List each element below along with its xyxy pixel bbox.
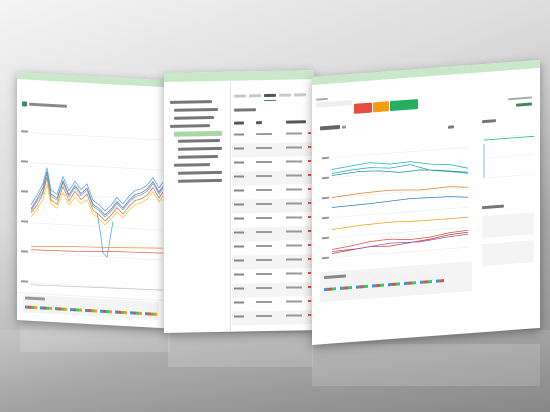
- tree-node[interactable]: [174, 116, 214, 120]
- tree-node[interactable]: [178, 146, 222, 151]
- right-nav-bar: [312, 59, 540, 85]
- middle-screen: [164, 70, 314, 334]
- tree-node[interactable]: [174, 163, 210, 167]
- left-chart-y-ticks: [21, 130, 28, 283]
- right-screen: [312, 59, 540, 345]
- delete-button[interactable]: [354, 102, 372, 114]
- chart-edit-icon[interactable]: [342, 125, 346, 129]
- left-file-label: [29, 102, 67, 108]
- middle-tabs: [234, 92, 314, 100]
- right-chart-grid: [332, 146, 468, 258]
- side-gauge-title: [482, 204, 504, 210]
- right-screen-reflection: [312, 344, 540, 386]
- table-column-dates: [234, 133, 244, 324]
- middle-screen-reflection: [168, 333, 313, 367]
- middle-table: [232, 118, 314, 330]
- side-mini-chart: [483, 134, 534, 179]
- chart-options-icon[interactable]: [448, 125, 454, 129]
- left-chart-grid: [31, 132, 163, 291]
- left-chart-series: [30, 167, 164, 291]
- project-select-label: [316, 97, 328, 101]
- table-header-cell: [234, 121, 244, 125]
- save-button[interactable]: [390, 99, 418, 112]
- tree-node-selected[interactable]: [174, 130, 222, 137]
- duplicate-button[interactable]: [373, 101, 389, 113]
- section-label: [234, 108, 256, 112]
- tree-node[interactable]: [178, 154, 218, 159]
- tab-underline: [264, 99, 276, 102]
- value-card: [482, 212, 534, 239]
- middle-nav-bar: [164, 70, 314, 82]
- value-card: [482, 240, 534, 267]
- tab[interactable]: [294, 93, 306, 97]
- chart-title: [320, 124, 340, 131]
- table-column-values: [286, 132, 302, 323]
- middle-tree-divider: [230, 81, 231, 332]
- top-right-link[interactable]: [516, 102, 532, 107]
- right-chart-series: [331, 161, 469, 254]
- tree-node[interactable]: [170, 100, 212, 104]
- tab[interactable]: [249, 94, 261, 98]
- right-chart-y-ticks: [322, 156, 329, 260]
- tree-node[interactable]: [174, 107, 218, 112]
- right-main-chart: [322, 146, 469, 260]
- table-column-flags: [308, 132, 311, 323]
- tree-node[interactable]: [178, 178, 222, 183]
- left-chart: [21, 130, 164, 291]
- tree-node[interactable]: [178, 170, 222, 175]
- table-header-cell: [286, 120, 306, 124]
- tab-active[interactable]: [264, 93, 276, 98]
- left-nav-bar: [17, 72, 165, 88]
- tree-node[interactable]: [178, 138, 220, 143]
- project-select[interactable]: [316, 99, 352, 108]
- table-column-times: [256, 132, 272, 324]
- table-header-cell: [256, 121, 262, 125]
- tab[interactable]: [234, 94, 246, 98]
- tree-node[interactable]: [170, 124, 210, 128]
- side-chart-title: [482, 119, 496, 124]
- left-back-button[interactable]: [22, 101, 27, 107]
- top-right-info: [508, 96, 532, 101]
- right-side-panel: [480, 112, 538, 286]
- tab[interactable]: [279, 93, 291, 97]
- left-screen: [17, 72, 165, 329]
- middle-tree-panel: [164, 86, 230, 333]
